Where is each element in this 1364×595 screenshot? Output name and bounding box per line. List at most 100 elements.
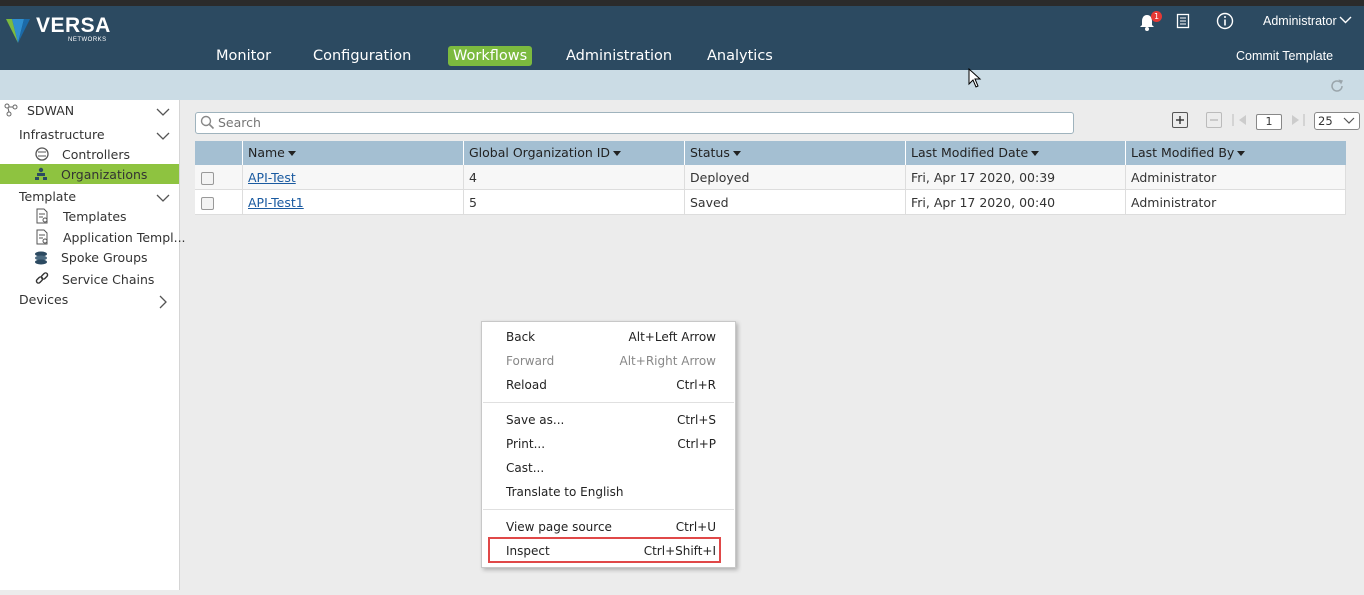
sidebar-item-template[interactable]: Template xyxy=(19,189,76,204)
table-cell-id: 4 xyxy=(464,165,685,190)
column-header-last-modified-by[interactable]: Last Modified By xyxy=(1126,141,1346,165)
page-size-select[interactable]: 25 xyxy=(1314,112,1360,130)
column-header-last-modified-date[interactable]: Last Modified Date xyxy=(906,141,1126,165)
network-icon xyxy=(4,103,18,117)
chain-link-icon xyxy=(35,272,49,284)
sort-caret-icon xyxy=(613,151,622,156)
info-icon[interactable] xyxy=(1216,12,1234,30)
minus-icon xyxy=(1210,119,1218,121)
chevron-down-icon[interactable] xyxy=(156,107,170,117)
column-header-status[interactable]: Status xyxy=(685,141,906,165)
sidebar-item-infrastructure[interactable]: Infrastructure xyxy=(19,127,105,142)
sidebar-item-templates[interactable]: Templates xyxy=(63,209,127,224)
application-template-icon xyxy=(36,229,48,245)
first-prev-page-icon[interactable] xyxy=(1230,113,1250,127)
sidebar-item-application-templates[interactable]: Application Templ... xyxy=(63,230,186,245)
table-cell-status: Deployed xyxy=(685,165,906,190)
column-header-label: Status xyxy=(690,145,730,160)
menu-item-print[interactable]: Print... Ctrl+P xyxy=(506,433,716,455)
nav-analytics[interactable]: Analytics xyxy=(707,46,773,66)
menu-item-label: Back xyxy=(506,330,536,344)
menu-shortcut: Ctrl+S xyxy=(676,413,716,427)
sort-caret-icon xyxy=(1237,151,1246,156)
spoke-groups-icon xyxy=(35,251,47,265)
sort-caret-icon xyxy=(732,151,741,156)
menu-shortcut: Alt+Right Arrow xyxy=(619,354,716,368)
search-input[interactable] xyxy=(218,113,1058,131)
menu-item-save-as[interactable]: Save as... Ctrl+S xyxy=(506,409,716,431)
remove-button[interactable] xyxy=(1206,112,1222,128)
versa-logo-icon xyxy=(6,19,30,43)
menu-item-back[interactable]: Back Alt+Left Arrow xyxy=(506,326,716,348)
menu-item-reload[interactable]: Reload Ctrl+R xyxy=(506,374,716,396)
user-menu[interactable]: Administrator xyxy=(1263,14,1337,28)
menu-item-forward[interactable]: Forward Alt+Right Arrow xyxy=(506,350,716,372)
organization-icon xyxy=(35,167,47,180)
menu-item-cast[interactable]: Cast... xyxy=(506,457,716,479)
nav-configuration[interactable]: Configuration xyxy=(313,46,411,66)
nav-administration[interactable]: Administration xyxy=(566,46,672,66)
row-checkbox[interactable] xyxy=(201,197,214,210)
menu-shortcut: Ctrl+P xyxy=(677,437,716,451)
sidebar-item-sdwan[interactable]: SDWAN xyxy=(27,103,74,118)
mouse-cursor-icon xyxy=(968,68,982,88)
menu-item-label: View page source xyxy=(506,520,612,534)
row-checkbox[interactable] xyxy=(201,172,214,185)
sidebar: SDWAN Infrastructure Controllers Organiz… xyxy=(0,100,186,590)
chevron-down-icon xyxy=(1343,117,1355,124)
logo-text: VERSA xyxy=(36,14,111,37)
column-header-global-org-id[interactable]: Global Organization ID xyxy=(464,141,685,165)
menu-separator xyxy=(483,402,734,403)
notification-badge: 1 xyxy=(1151,11,1162,22)
table-cell-by: Administrator xyxy=(1126,190,1346,215)
menu-separator xyxy=(483,509,734,510)
table-cell-date: Fri, Apr 17 2020, 00:39 xyxy=(906,165,1126,190)
select-all-header xyxy=(195,141,243,165)
commit-template-link[interactable]: Commit Template xyxy=(1236,49,1333,63)
sidebar-item-service-chains[interactable]: Service Chains xyxy=(62,272,154,287)
plus-icon xyxy=(1176,116,1184,124)
column-header-label: Global Organization ID xyxy=(469,145,611,160)
chevron-down-icon[interactable] xyxy=(156,193,170,203)
table-row-select-cell xyxy=(195,190,243,215)
sidebar-item-controllers[interactable]: Controllers xyxy=(62,147,130,162)
table-row-select-cell xyxy=(195,165,243,190)
menu-shortcut: Ctrl+U xyxy=(675,520,716,534)
menu-item-view-source[interactable]: View page source Ctrl+U xyxy=(506,516,716,538)
table-cell-name: API-Test xyxy=(243,165,464,190)
menu-item-label: Cast... xyxy=(506,461,545,475)
nav-workflows[interactable]: Workflows xyxy=(448,46,533,66)
menu-item-label: Forward xyxy=(506,354,555,368)
org-name-link[interactable]: API-Test xyxy=(248,170,296,185)
refresh-icon[interactable] xyxy=(1328,77,1346,95)
browser-context-menu: Back Alt+Left Arrow Forward Alt+Right Arro… xyxy=(481,321,736,568)
chevron-right-icon[interactable] xyxy=(158,295,168,309)
chevron-down-icon[interactable] xyxy=(1339,14,1352,26)
toolbar-strip xyxy=(0,70,1364,100)
table-cell-by: Administrator xyxy=(1126,165,1346,190)
column-header-label: Last Modified Date xyxy=(911,145,1029,160)
next-last-page-icon[interactable] xyxy=(1287,113,1307,127)
nav-monitor[interactable]: Monitor xyxy=(216,46,271,66)
table-cell-date: Fri, Apr 17 2020, 00:40 xyxy=(906,190,1126,215)
chevron-down-icon[interactable] xyxy=(156,131,170,141)
add-button[interactable] xyxy=(1172,112,1188,128)
page-number-input[interactable]: 1 xyxy=(1256,114,1282,130)
menu-item-label: Reload xyxy=(506,378,547,392)
menu-shortcut: Alt+Left Arrow xyxy=(628,330,716,344)
sort-caret-icon xyxy=(287,151,296,156)
app-header: VERSA NETWORKS Monitor Configuration Wor… xyxy=(0,6,1364,70)
sidebar-item-organizations[interactable]: Organizations xyxy=(61,167,147,182)
task-list-icon[interactable] xyxy=(1175,13,1191,29)
menu-item-translate[interactable]: Translate to English xyxy=(506,481,716,503)
menu-shortcut: Ctrl+R xyxy=(676,378,716,392)
sidebar-item-spoke-groups[interactable]: Spoke Groups xyxy=(61,250,148,265)
menu-item-label: Translate to English xyxy=(506,485,624,499)
table-cell-name: API-Test1 xyxy=(243,190,464,215)
versa-logo[interactable]: VERSA NETWORKS xyxy=(4,11,114,47)
sidebar-item-devices[interactable]: Devices xyxy=(19,292,68,307)
column-header-label: Last Modified By xyxy=(1131,145,1235,160)
table-cell-id: 5 xyxy=(464,190,685,215)
org-name-link[interactable]: API-Test1 xyxy=(248,195,304,210)
column-header-name[interactable]: Name xyxy=(243,141,464,165)
